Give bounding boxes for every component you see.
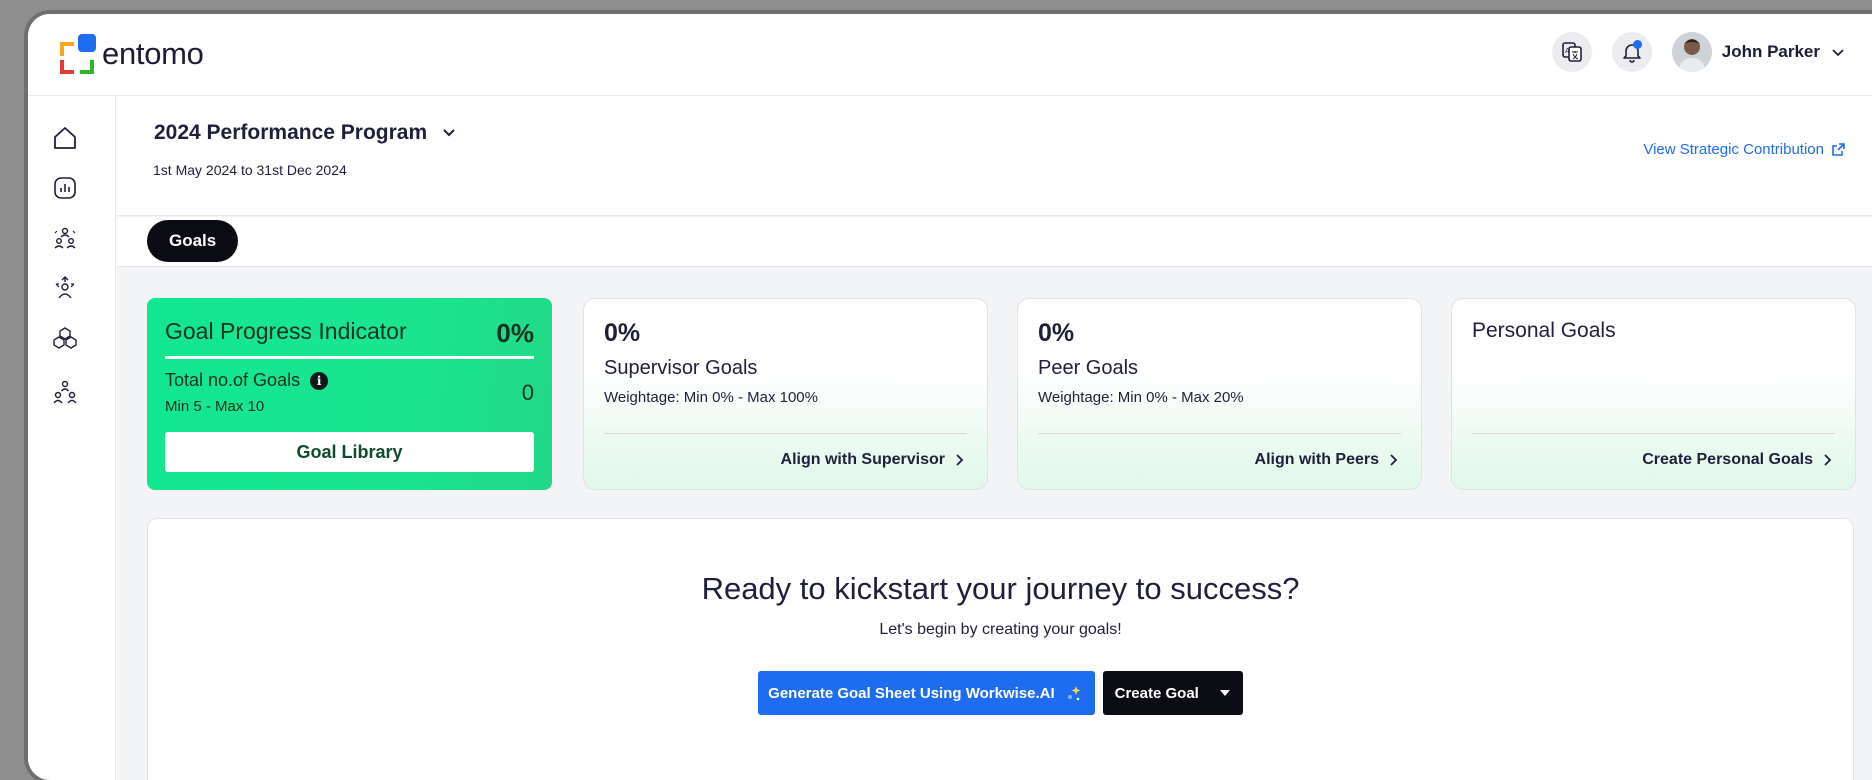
- nav-team[interactable]: [50, 223, 80, 253]
- avatar-photo: [1671, 32, 1712, 72]
- kickstart-subtitle: Let's begin by creating your goals!: [879, 621, 1122, 638]
- program-header: 2024 Performance Program 1st May 2024 to…: [117, 96, 1872, 216]
- generate-goal-sheet-ai-button[interactable]: Generate Goal Sheet Using Workwise.AI: [758, 671, 1095, 715]
- create-personal-goals-link[interactable]: Create Personal Goals: [1642, 451, 1833, 469]
- kickstart-actions: Generate Goal Sheet Using Workwise.AI Cr…: [148, 671, 1853, 715]
- nav-home[interactable]: [50, 123, 80, 153]
- user-name[interactable]: John Parker: [1722, 42, 1820, 62]
- home-icon: [54, 127, 76, 149]
- nav-reports[interactable]: [50, 173, 80, 203]
- gpi-percent: 0%: [496, 318, 534, 348]
- peer-goals-percent: 0%: [1038, 319, 1075, 347]
- program-selector[interactable]: 2024 Performance Program: [154, 121, 457, 145]
- kickstart-panel: Ready to kickstart your journey to succe…: [147, 518, 1854, 780]
- tabs-bar: Goals: [117, 217, 1872, 267]
- gpi-min-max: Min 5 - Max 10: [165, 398, 265, 415]
- chevron-right-icon: [1390, 454, 1398, 466]
- side-navigation: [28, 96, 116, 780]
- external-link-icon: [1832, 142, 1845, 156]
- translate-icon: A: [1561, 42, 1582, 62]
- align-with-supervisor-label: Align with Supervisor: [780, 451, 945, 468]
- notifications-button[interactable]: [1611, 32, 1652, 72]
- tab-goals[interactable]: Goals: [147, 220, 239, 262]
- align-with-peers-label: Align with Peers: [1254, 451, 1379, 468]
- kickstart-title: Ready to kickstart your journey to succe…: [701, 571, 1300, 606]
- hierarchy-icon: [53, 380, 77, 404]
- personal-goals-card: Personal Goals Create Personal Goals: [1451, 298, 1856, 490]
- gpi-total-label: Total no.of Goals: [165, 370, 301, 390]
- gpi-total-row: Total no.of Goals i: [165, 370, 329, 391]
- avatar[interactable]: [1671, 32, 1712, 72]
- chevron-right-icon: [1824, 454, 1832, 466]
- card-divider: [604, 433, 967, 434]
- peer-goals-card: 0% Peer Goals Weightage: Min 0% - Max 20…: [1017, 298, 1422, 490]
- personal-goals-title: Personal Goals: [1472, 319, 1616, 342]
- main-content: 2024 Performance Program 1st May 2024 to…: [117, 96, 1872, 780]
- caret-down-icon[interactable]: [1219, 689, 1231, 697]
- brand-logo[interactable]: entomo: [58, 34, 204, 74]
- peer-goals-weightage: Weightage: Min 0% - Max 20%: [1038, 389, 1244, 406]
- brand-name: entomo: [102, 36, 204, 71]
- svg-text:A: A: [1565, 47, 1570, 55]
- nav-org[interactable]: [50, 273, 80, 303]
- generate-goal-sheet-label: Generate Goal Sheet Using Workwise.AI: [768, 684, 1055, 702]
- strategic-link-label: View Strategic Contribution: [1643, 141, 1824, 158]
- goal-library-button[interactable]: Goal Library: [165, 432, 534, 472]
- create-goal-label: Create Goal: [1114, 684, 1199, 702]
- reports-icon: [54, 177, 76, 199]
- supervisor-goals-card: 0% Supervisor Goals Weightage: Min 0% - …: [583, 298, 988, 490]
- logo-mark-icon: [58, 34, 98, 74]
- chevron-down-icon[interactable]: [1830, 44, 1846, 60]
- align-with-peers-link[interactable]: Align with Peers: [1255, 451, 1399, 469]
- notification-dot: [1632, 40, 1642, 49]
- sparkle-icon: [1067, 686, 1081, 701]
- card-divider: [1472, 433, 1835, 434]
- app-window: entomo A John Parker 2024 Performance Pr…: [28, 14, 1872, 780]
- team-icon: [54, 227, 76, 249]
- program-dates: 1st May 2024 to 31st Dec 2024: [153, 162, 347, 178]
- top-bar: entomo A John Parker: [28, 14, 1872, 96]
- nav-hierarchy[interactable]: [50, 377, 80, 407]
- view-strategic-contribution-link[interactable]: View Strategic Contribution: [1643, 141, 1846, 158]
- chevron-down-icon: [443, 129, 455, 137]
- chevron-right-icon: [956, 454, 964, 466]
- align-with-supervisor-link[interactable]: Align with Supervisor: [781, 451, 965, 469]
- top-right-controls: A John Parker: [1551, 32, 1846, 72]
- org-icon: [55, 276, 75, 299]
- supervisor-goals-percent: 0%: [604, 319, 641, 347]
- create-goal-button[interactable]: Create Goal: [1102, 671, 1243, 715]
- gpi-divider: [165, 356, 534, 359]
- supervisor-goals-weightage: Weightage: Min 0% - Max 100%: [604, 389, 818, 406]
- info-icon[interactable]: i: [310, 371, 329, 390]
- gpi-title: Goal Progress Indicator: [165, 318, 407, 344]
- gpi-total-value: 0: [521, 380, 534, 405]
- create-personal-goals-label: Create Personal Goals: [1642, 451, 1813, 468]
- nav-cubes[interactable]: [50, 323, 80, 353]
- peer-goals-title: Peer Goals: [1038, 357, 1139, 379]
- translate-button[interactable]: A: [1551, 32, 1592, 72]
- card-divider: [1038, 433, 1401, 434]
- goal-progress-indicator-card: Goal Progress Indicator 0% Total no.of G…: [147, 298, 552, 490]
- supervisor-goals-title: Supervisor Goals: [604, 357, 758, 379]
- cubes-icon: [53, 327, 77, 349]
- program-title: 2024 Performance Program: [154, 121, 428, 144]
